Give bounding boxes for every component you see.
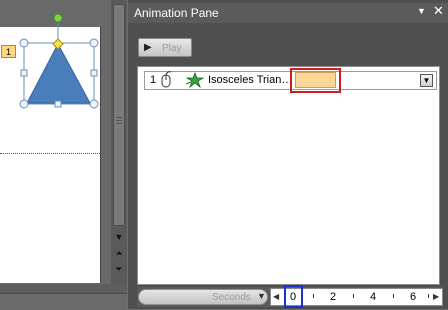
- resize-handle-tr[interactable]: [89, 38, 99, 48]
- seconds-label: Seconds: [212, 292, 251, 303]
- animation-list: [137, 66, 440, 285]
- tick-label-4: 4: [370, 291, 377, 303]
- triangle[interactable]: [26, 42, 91, 104]
- isosceles-triangle-shape[interactable]: [17, 12, 101, 110]
- resize-handle-left[interactable]: [20, 69, 28, 77]
- scrollbar-thumb[interactable]: [113, 4, 125, 226]
- scroll-left-icon[interactable]: ◀: [273, 292, 279, 301]
- animation-order-tag[interactable]: 1: [1, 45, 16, 58]
- seconds-caret-icon: ▼: [257, 291, 266, 301]
- scrollbar-grip-icon: [116, 117, 122, 125]
- timing-highlight-box: [290, 68, 341, 93]
- tick-mark: [353, 294, 354, 298]
- tick-label-6: 6: [410, 291, 417, 303]
- animation-item-number: 1: [150, 74, 157, 86]
- pane-title: Animation Pane: [134, 6, 219, 20]
- rotation-handle[interactable]: [53, 13, 63, 23]
- zero-highlight-box: [284, 285, 303, 308]
- tick-mark: [428, 294, 429, 298]
- horizontal-scrollbar[interactable]: [0, 293, 127, 310]
- play-icon: ▶: [144, 42, 152, 53]
- animation-item-label: Isosceles Trian…: [208, 74, 293, 86]
- scroll-right-icon[interactable]: ▶: [433, 292, 439, 301]
- mouse-icon: [161, 71, 172, 88]
- tick-mark: [313, 294, 314, 298]
- previous-slide-icon[interactable]: ⏶: [111, 247, 127, 259]
- entrance-star-icon: [186, 72, 204, 88]
- tick-mark: [393, 294, 394, 298]
- resize-handle-bottom[interactable]: [54, 100, 62, 108]
- resize-handle-bl[interactable]: [19, 99, 29, 109]
- resize-handle-right[interactable]: [90, 69, 98, 77]
- slide-guide-line: [0, 153, 100, 154]
- next-slide-icon[interactable]: ⏷: [111, 263, 127, 275]
- scroll-down-icon[interactable]: ▼: [111, 231, 127, 243]
- item-dropdown-icon[interactable]: ▼: [420, 74, 433, 87]
- tick-label-2: 2: [330, 291, 337, 303]
- adjust-handle[interactable]: [52, 38, 64, 50]
- resize-handle-tl[interactable]: [19, 38, 29, 48]
- resize-handle-br[interactable]: [89, 99, 99, 109]
- close-icon[interactable]: ✕: [433, 3, 444, 19]
- chevron-down-icon[interactable]: ▼: [417, 6, 426, 16]
- play-button-label: Play: [162, 43, 182, 54]
